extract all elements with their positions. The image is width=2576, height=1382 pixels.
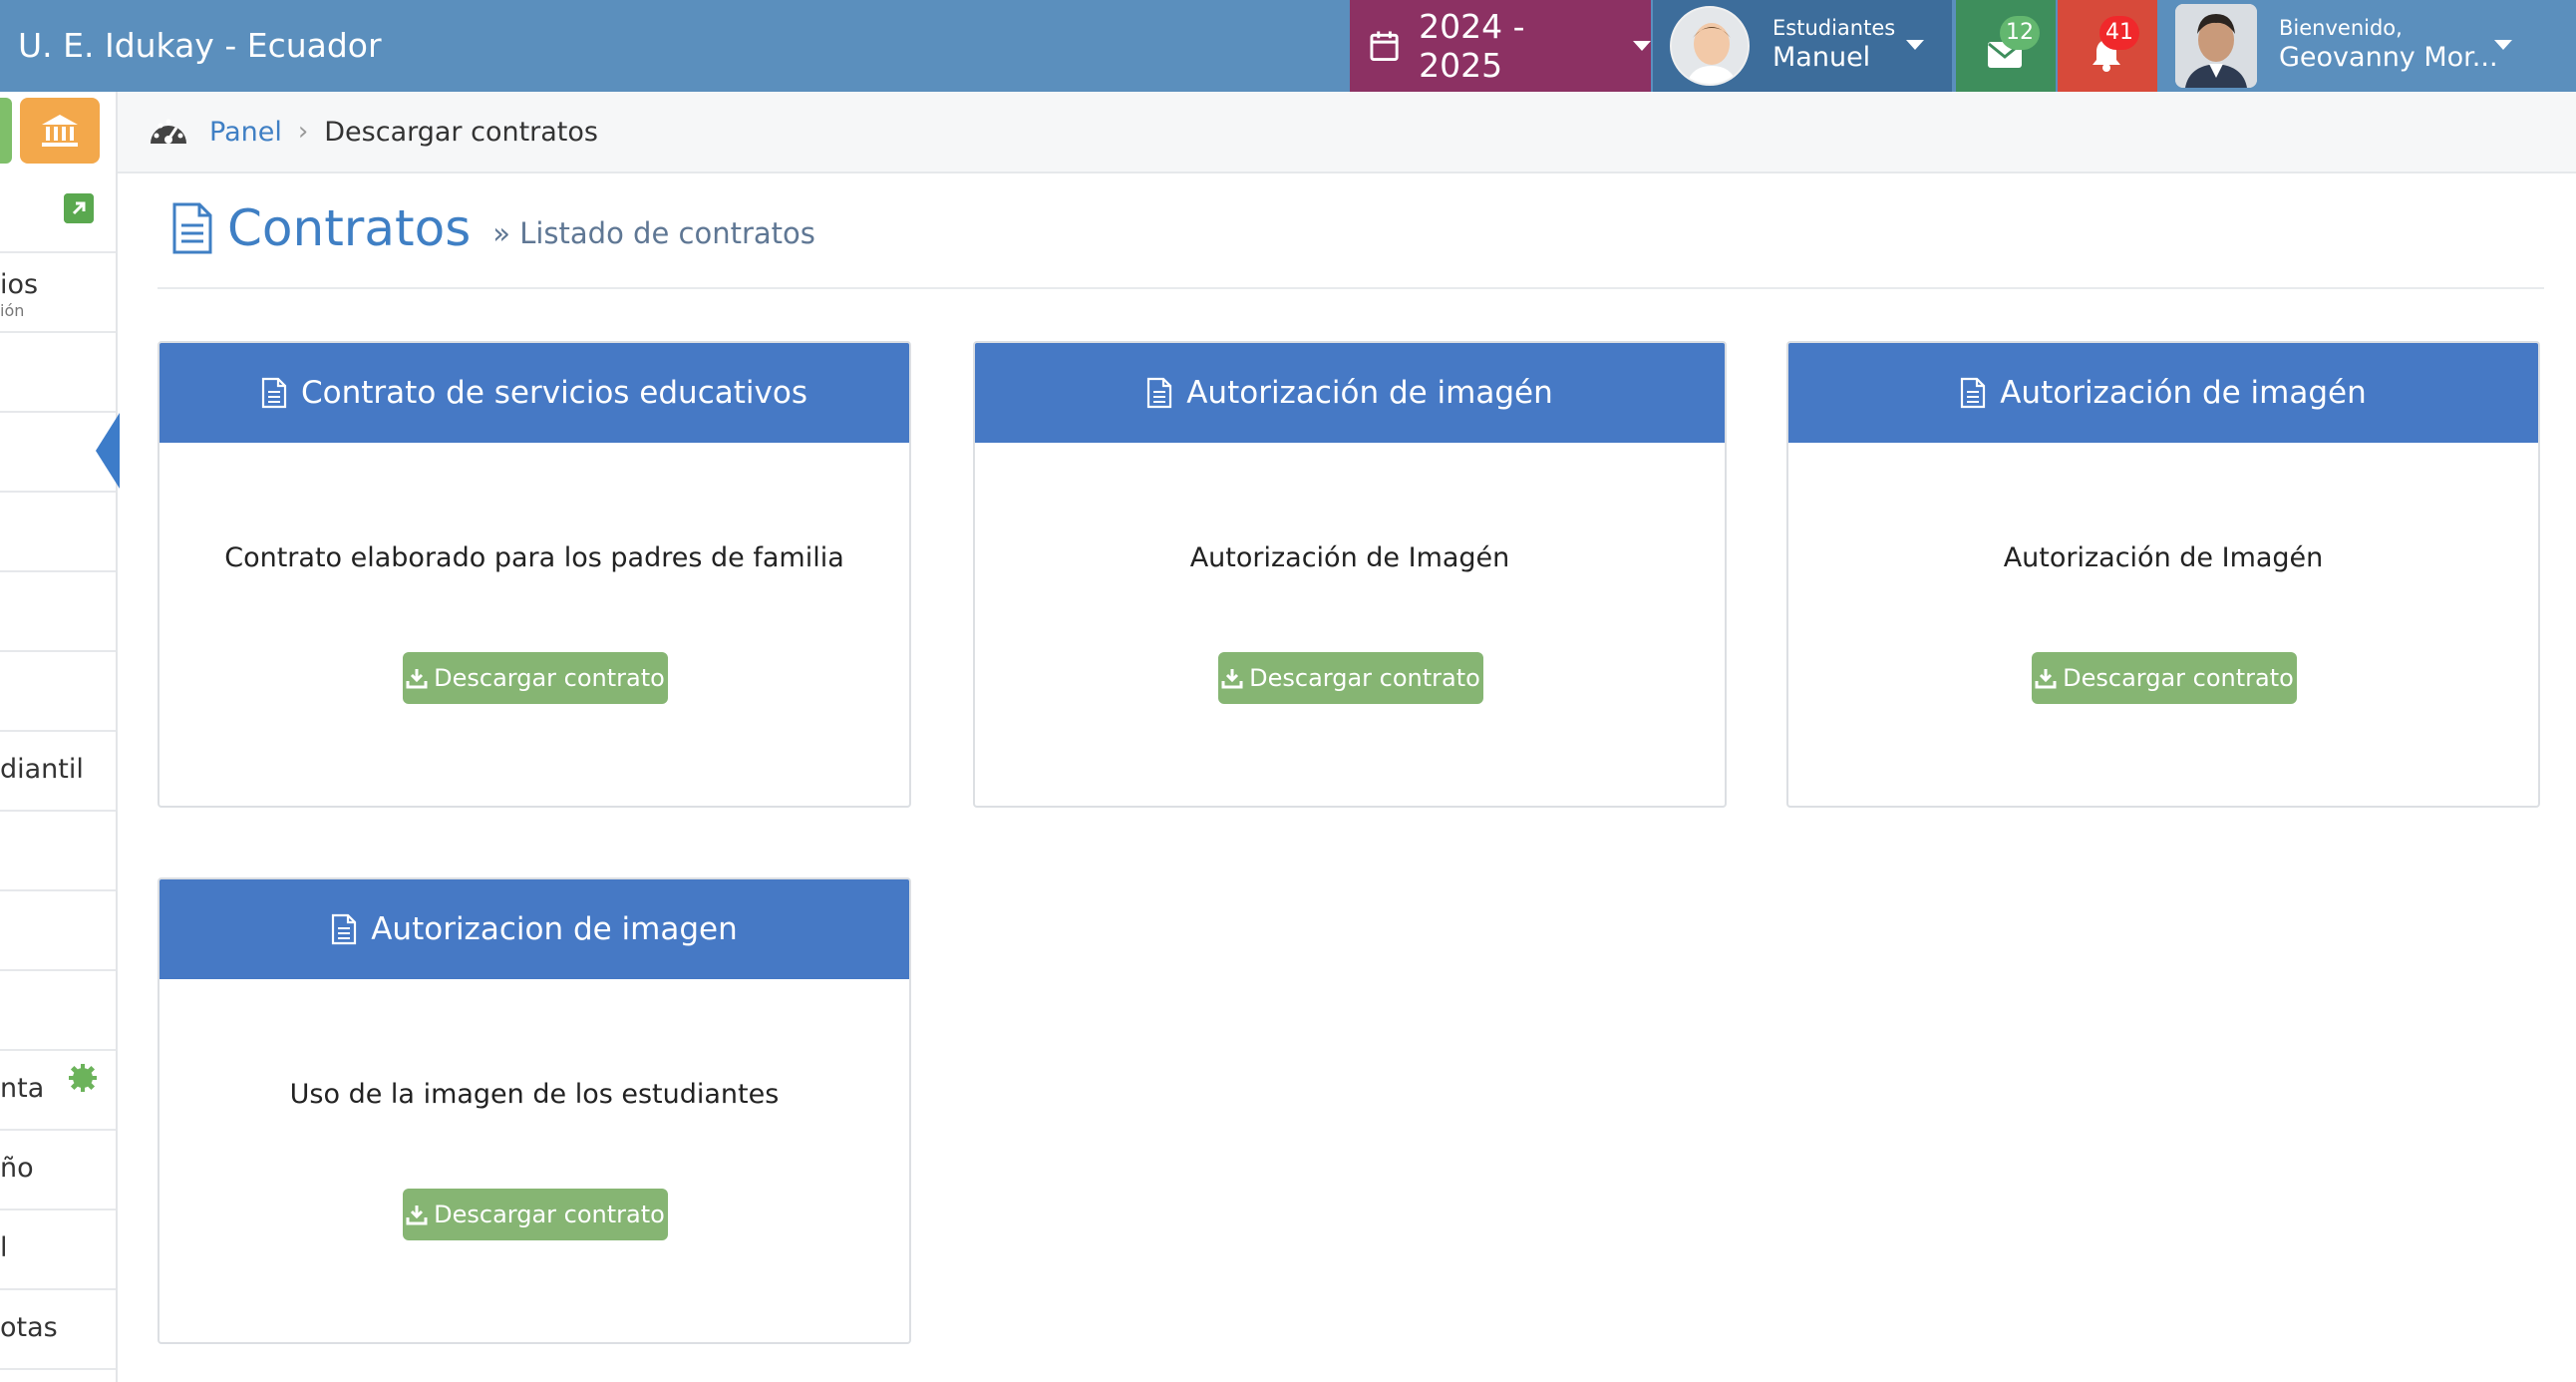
document-icon	[332, 913, 357, 945]
contract-card: Autorización de imagén Autorización de I…	[1786, 341, 2540, 808]
messages-count-badge: 12	[2000, 16, 2040, 50]
students-label: Estudiantes	[1772, 16, 1896, 40]
dashboard-icon	[151, 119, 186, 144]
chevron-down-icon	[1906, 40, 1924, 50]
student-name: Manuel	[1772, 42, 1871, 73]
student-avatar	[1670, 6, 1750, 86]
calendar-icon	[1370, 31, 1399, 62]
sidebar-item-14[interactable]: l	[0, 1210, 116, 1290]
welcome-label: Bienvenido,	[2279, 16, 2403, 40]
card-description: Autorización de Imagén	[1189, 542, 1510, 573]
page-title: Contratos	[227, 199, 472, 257]
download-button-label: Descargar contrato	[434, 664, 665, 692]
sidebar-active-indicator	[96, 413, 120, 489]
school-year-label: 2024 - 2025	[1419, 7, 1525, 85]
breadcrumb-home-link[interactable]: Panel	[209, 117, 282, 148]
sidebar-item-label: diantil	[0, 754, 84, 785]
download-button-label: Descargar contrato	[2063, 664, 2294, 692]
download-icon	[406, 1206, 428, 1225]
breadcrumb-separator: ›	[297, 117, 309, 147]
sidebar-item-label: nta	[0, 1073, 45, 1104]
sidebar-item-label: l	[0, 1232, 8, 1263]
school-year-selector[interactable]: 2024 - 2025	[1350, 0, 1651, 92]
card-description: Uso de la imagen de los estudiantes	[289, 1079, 780, 1110]
sidebar-item-9[interactable]	[0, 812, 116, 891]
card-header: Autorización de imagén	[1788, 343, 2538, 443]
chevron-down-icon	[2494, 40, 2512, 50]
card-title: Autorizacion de imagen	[371, 911, 738, 947]
user-avatar	[2175, 4, 2257, 88]
user-name: Geovanny Mor...	[2279, 42, 2498, 73]
sidebar-item-6[interactable]	[0, 572, 116, 652]
download-icon	[406, 669, 428, 689]
card-header: Autorización de imagén	[975, 343, 1725, 443]
page-subtitle: » Listado de contratos	[492, 216, 815, 250]
sidebar-item-sublabel: ión	[0, 301, 25, 320]
header-divider	[158, 287, 2544, 289]
student-selector[interactable]: Estudiantes Manuel	[1653, 0, 1952, 92]
sidebar-item-label: otas	[0, 1312, 58, 1343]
breadcrumb-current: Descargar contratos	[324, 116, 598, 148]
sidebar-item-10[interactable]	[0, 891, 116, 971]
external-link-icon[interactable]	[64, 193, 94, 223]
user-menu[interactable]: Bienvenido, Geovanny Mor...	[2159, 0, 2540, 92]
download-icon	[1221, 669, 1243, 689]
download-button-label: Descargar contrato	[1249, 664, 1480, 692]
document-icon	[1147, 377, 1172, 409]
notifications-count-badge: 41	[2099, 16, 2139, 50]
download-contract-button[interactable]: Descargar contrato	[403, 652, 668, 704]
gear-icon	[69, 1064, 97, 1092]
top-navbar: U. E. Idukay - Ecuador 2024 - 2025 Estud…	[0, 0, 2576, 92]
sidebar-item-7[interactable]	[0, 652, 116, 732]
sidebar-item-label: ios	[0, 269, 39, 300]
download-icon	[2035, 669, 2057, 689]
contract-card: Autorizacion de imagen Uso de la imagen …	[158, 877, 911, 1344]
contract-card: Autorización de imagén Autorización de I…	[973, 341, 1727, 808]
card-title: Contrato de servicios educativos	[301, 375, 807, 411]
app-brand[interactable]: U. E. Idukay - Ecuador	[18, 0, 382, 92]
sidebar-item-12[interactable]: nta	[0, 1051, 116, 1131]
download-contract-button[interactable]: Descargar contrato	[2032, 652, 2297, 704]
sidebar-item-8[interactable]: diantil	[0, 732, 116, 812]
chevron-down-icon	[1633, 41, 1651, 51]
breadcrumb: Panel › Descargar contratos	[118, 92, 2576, 173]
sidebar-item-13[interactable]: ño	[0, 1131, 116, 1210]
sidebar-item-11[interactable]	[0, 971, 116, 1051]
sidebar-item-label: ño	[0, 1153, 34, 1184]
document-icon	[1961, 377, 1986, 409]
sidebar-item-5[interactable]	[0, 493, 116, 572]
contract-card: Contrato de servicios educativos Contrat…	[158, 341, 911, 808]
sidebar-item-1[interactable]	[0, 173, 116, 253]
card-description: Autorización de Imagén	[2003, 542, 2324, 573]
sidebar-item-3[interactable]	[0, 333, 116, 413]
page-header: Contratos » Listado de contratos	[171, 199, 815, 257]
document-icon	[172, 202, 212, 254]
sidebar-item-2[interactable]: ios ión	[0, 253, 116, 333]
card-title: Autorización de imagén	[2000, 375, 2367, 411]
card-description: Contrato elaborado para los padres de fa…	[224, 542, 844, 573]
notifications-button[interactable]: 41	[2058, 0, 2157, 92]
messages-button[interactable]: 12	[1956, 0, 2056, 92]
download-contract-button[interactable]: Descargar contrato	[403, 1189, 668, 1240]
card-header: Contrato de servicios educativos	[160, 343, 909, 443]
sidebar-tab-bank[interactable]	[20, 98, 100, 164]
card-header: Autorizacion de imagen	[160, 879, 909, 979]
sidebar-tab-green[interactable]	[0, 98, 12, 164]
card-title: Autorización de imagén	[1186, 375, 1553, 411]
document-icon	[261, 377, 287, 409]
sidebar: ios ión diantil nta ño l otas	[0, 92, 120, 1382]
sidebar-item-15[interactable]: otas	[0, 1290, 116, 1370]
download-contract-button[interactable]: Descargar contrato	[1218, 652, 1483, 704]
bank-icon	[42, 115, 78, 147]
download-button-label: Descargar contrato	[434, 1201, 665, 1228]
